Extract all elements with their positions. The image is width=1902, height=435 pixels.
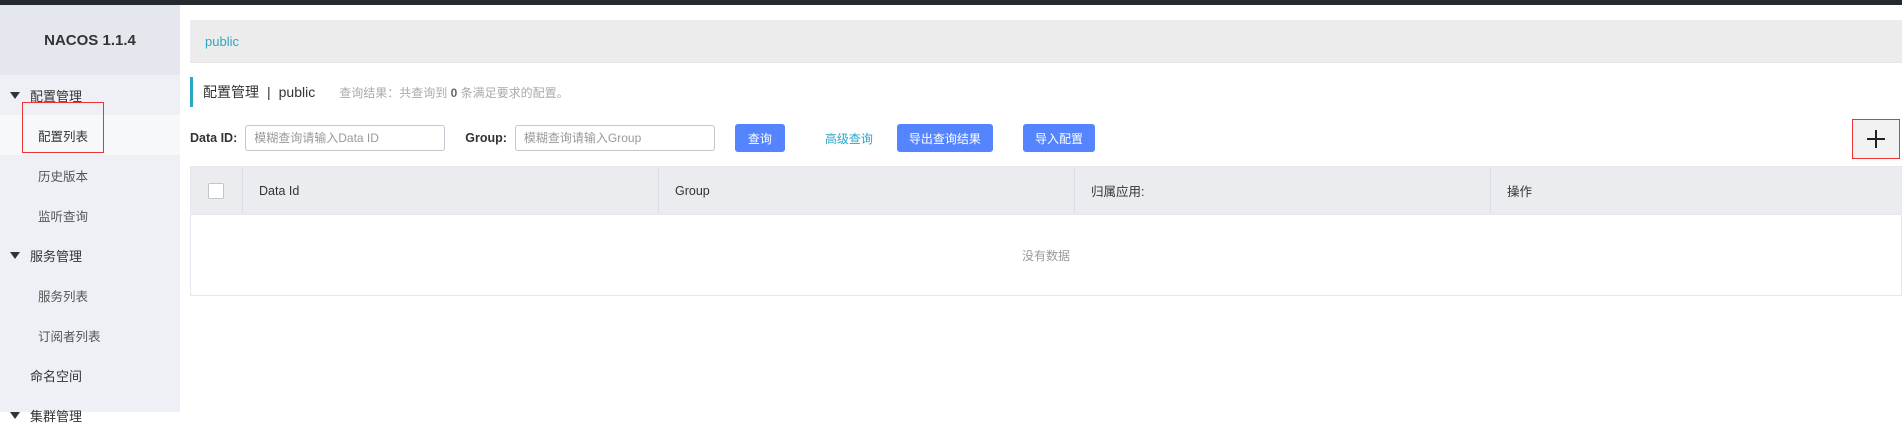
sidebar-group-label: 集群管理	[30, 408, 83, 424]
sidebar-item-label: 订阅者列表	[38, 329, 101, 344]
sidebar-item-service-list[interactable]: 服务列表	[0, 275, 180, 315]
config-table: Data Id Group 归属应用: 操作 没有数据	[190, 166, 1902, 296]
page-namespace: public	[278, 84, 316, 100]
sidebar-item-subscriber-list[interactable]: 订阅者列表	[0, 315, 180, 355]
group-input[interactable]	[514, 125, 715, 151]
sidebar-item-namespace[interactable]: 命名空间	[0, 355, 180, 395]
select-all-checkbox[interactable]	[208, 182, 224, 199]
breadcrumb: public	[190, 20, 1902, 63]
add-config-button[interactable]	[1852, 119, 1900, 159]
column-header-group[interactable]: Group	[659, 167, 1075, 214]
sidebar-group-label: 配置管理	[30, 88, 83, 104]
caret-down-icon	[10, 411, 20, 419]
advanced-query-link[interactable]: 高级查询	[825, 130, 873, 147]
search-bar: Data ID: Group: 查询 高级查询 导出查询结果 导入配置	[190, 124, 1902, 152]
breadcrumb-namespace[interactable]: public	[205, 34, 239, 49]
column-header-dataid[interactable]: Data Id	[243, 167, 659, 214]
sidebar-item-label: 命名空间	[30, 368, 83, 384]
sidebar-item-label: 监听查询	[38, 209, 89, 224]
sidebar-item-config-list[interactable]: 配置列表	[0, 115, 180, 155]
top-bar	[0, 0, 1902, 5]
empty-text: 没有数据	[1021, 248, 1070, 263]
column-header-app[interactable]: 归属应用:	[1075, 167, 1491, 214]
sidebar-item-label: 服务列表	[38, 289, 89, 304]
sidebar: NACOS 1.1.4 配置管理 配置列表 历史版本 监听查询 服务管理 服务列…	[0, 5, 180, 424]
sidebar-item-history[interactable]: 历史版本	[0, 155, 180, 195]
brand-title: NACOS 1.1.4	[0, 5, 180, 75]
plus-icon	[1867, 130, 1885, 148]
sidebar-item-label: 配置列表	[38, 129, 89, 144]
sidebar-group-config[interactable]: 配置管理	[0, 75, 180, 115]
column-header-operation: 操作	[1507, 185, 1533, 199]
select-all-cell	[191, 167, 243, 214]
result-hint-prefix: 查询结果：共查询到	[339, 85, 448, 100]
query-button[interactable]: 查询	[734, 124, 785, 152]
import-button[interactable]: 导入配置	[1022, 124, 1095, 152]
sidebar-group-label: 服务管理	[30, 248, 83, 264]
caret-down-icon	[10, 251, 20, 259]
sidebar-item-label: 历史版本	[38, 169, 89, 184]
main-content: public 配置管理 | public 查询结果：共查询到 0 条满足要求的配…	[190, 20, 1902, 412]
caret-down-icon	[10, 91, 20, 99]
group-label: Group:	[465, 131, 507, 145]
title-separator: |	[267, 84, 271, 100]
sidebar-item-listener-query[interactable]: 监听查询	[0, 195, 180, 235]
dataid-label: Data ID:	[190, 131, 238, 145]
page-title-row: 配置管理 | public 查询结果：共查询到 0 条满足要求的配置。	[190, 77, 569, 107]
result-hint: 查询结果：共查询到 0 条满足要求的配置。	[339, 84, 568, 101]
table-header: Data Id Group 归属应用: 操作	[191, 167, 1901, 215]
title-accent-bar	[190, 77, 193, 107]
page-title: 配置管理	[203, 84, 259, 100]
result-hint-suffix: 条满足要求的配置。	[460, 85, 569, 100]
sidebar-group-service[interactable]: 服务管理	[0, 235, 180, 275]
export-button[interactable]: 导出查询结果	[896, 124, 993, 152]
sidebar-group-cluster[interactable]: 集群管理	[0, 395, 180, 435]
result-count: 0	[450, 85, 458, 100]
table-empty: 没有数据	[191, 215, 1901, 295]
dataid-input[interactable]	[245, 125, 446, 151]
